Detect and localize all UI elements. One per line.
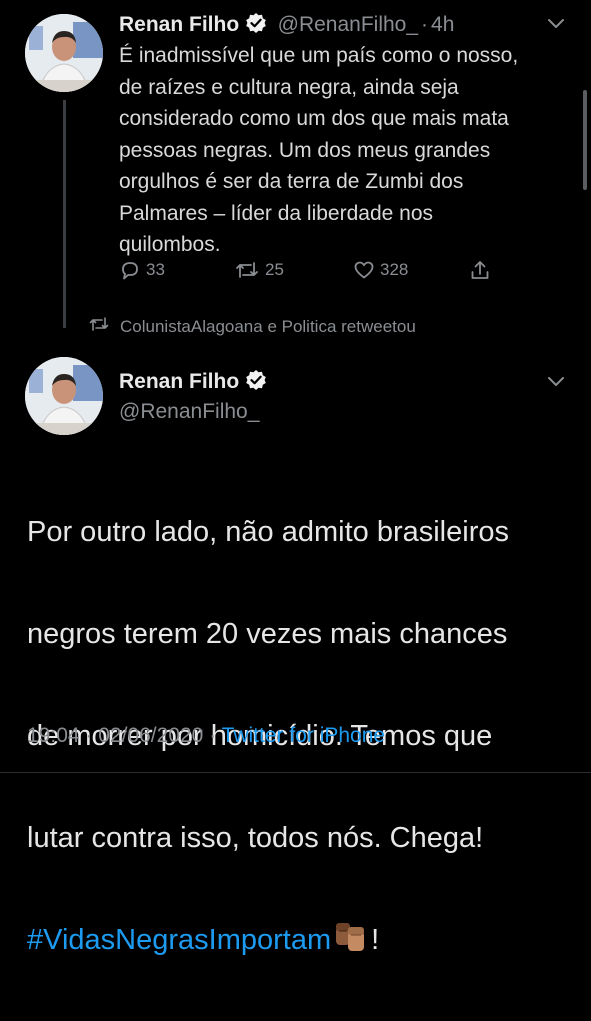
chevron-down-icon[interactable] bbox=[546, 16, 566, 35]
tweet-meta: 19:04 · 02/06/2020 · Twitter for iPhone bbox=[27, 724, 385, 748]
tweet1-header: Renan Filho @RenanFilho_ · 4h bbox=[119, 12, 454, 39]
retweet-count: 25 bbox=[265, 260, 284, 279]
raised-fists-emoji bbox=[333, 919, 369, 970]
thread-connector bbox=[63, 100, 66, 328]
heart-icon bbox=[353, 259, 375, 281]
scrollbar[interactable] bbox=[583, 90, 587, 190]
tweet2-author[interactable]: Renan Filho bbox=[119, 369, 267, 396]
trailing-exclamation: ! bbox=[371, 924, 380, 956]
tweet-date[interactable]: 02/06/2020 bbox=[98, 724, 203, 747]
chevron-down-icon[interactable] bbox=[546, 374, 566, 393]
like-button[interactable]: 328 bbox=[353, 259, 408, 281]
retweet-notice[interactable]: ColunistaAlagoana e Politica retweetou bbox=[88, 315, 416, 338]
retweet-icon bbox=[234, 259, 260, 281]
author-name[interactable]: Renan Filho bbox=[119, 370, 239, 393]
like-count: 328 bbox=[380, 260, 409, 279]
tweet-text-line: lutar contra isso, todos nós. Chega! bbox=[27, 822, 484, 854]
meta-dot: · bbox=[209, 724, 217, 747]
share-icon bbox=[469, 259, 491, 281]
reply-button[interactable]: 33 bbox=[119, 259, 165, 281]
share-button[interactable] bbox=[469, 259, 491, 281]
retweet-small-icon bbox=[88, 315, 110, 338]
divider bbox=[0, 772, 591, 773]
meta-dot: · bbox=[85, 724, 93, 747]
hashtag-link[interactable]: #VidasNegrasImportam bbox=[27, 924, 331, 956]
header-separator: · bbox=[421, 13, 429, 36]
verified-badge-icon bbox=[245, 12, 267, 39]
tweet1-text: É inadmissível que um país como o nosso,… bbox=[119, 44, 519, 256]
retweet-button[interactable]: 25 bbox=[234, 259, 284, 281]
hashtag-line: #VidasNegrasImportam! bbox=[27, 915, 572, 970]
retweet-notice-text: ColunistaAlagoana e Politica retweetou bbox=[120, 316, 416, 336]
tweet-time[interactable]: 19:04 bbox=[27, 724, 80, 747]
author-handle[interactable]: @RenanFilho_ bbox=[119, 400, 259, 424]
avatar[interactable] bbox=[25, 357, 103, 435]
tweet-text-line: Por outro lado, não admito brasileiros bbox=[27, 516, 509, 548]
author-handle[interactable]: @RenanFilho_ bbox=[278, 13, 418, 36]
verified-badge-icon bbox=[245, 369, 267, 396]
reply-count: 33 bbox=[146, 260, 165, 279]
avatar[interactable] bbox=[25, 14, 103, 92]
client-link[interactable]: Twitter for iPhone bbox=[222, 724, 385, 747]
tweet-time[interactable]: 4h bbox=[431, 13, 454, 36]
raised-fists-icon bbox=[336, 923, 365, 951]
reply-icon bbox=[119, 259, 141, 281]
tweet-text-line: negros terem 20 vezes mais chances bbox=[27, 618, 508, 650]
author-name[interactable]: Renan Filho bbox=[119, 13, 239, 36]
